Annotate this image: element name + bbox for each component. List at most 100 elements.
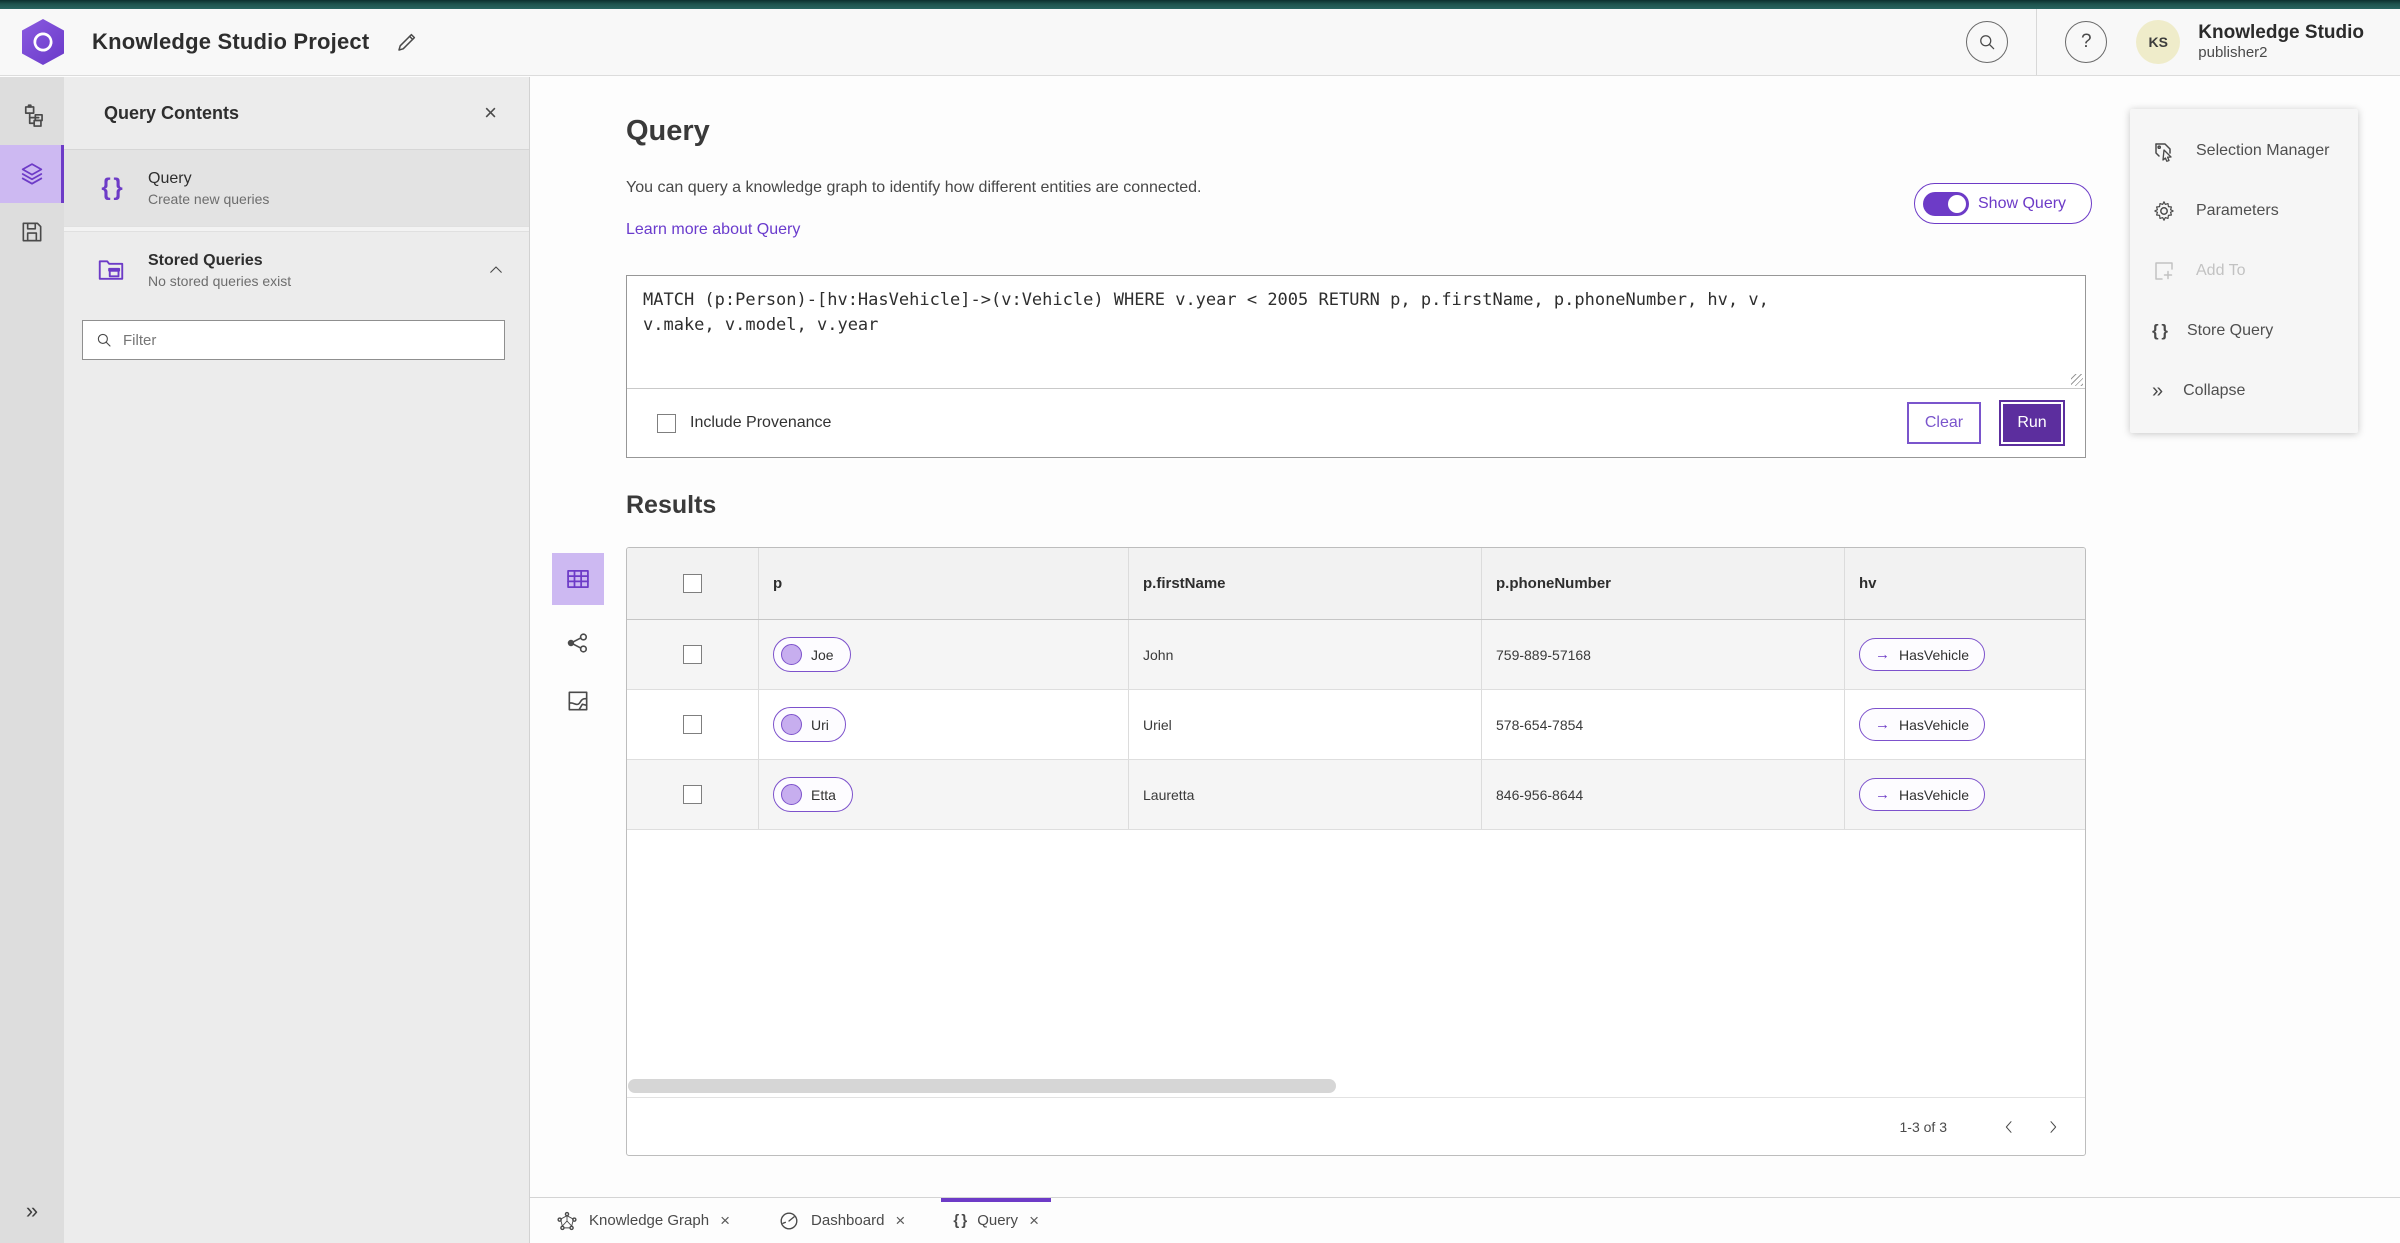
relationship-pill[interactable]: → HasVehicle <box>1859 708 1986 741</box>
entity-pill[interactable]: Etta <box>773 777 853 812</box>
tab-query[interactable]: { } Query × <box>937 1198 1055 1243</box>
menu-item-store-query[interactable]: { } Store Query <box>2130 301 2358 361</box>
menu-item-parameters[interactable]: Parameters <box>2130 181 2358 241</box>
tab-label: Knowledge Graph <box>589 1212 710 1229</box>
column-header-hv[interactable]: hv <box>1859 575 1877 592</box>
menu-item-label: Collapse <box>2183 382 2246 399</box>
cell-firstname: Uriel <box>1143 716 1172 733</box>
table-row[interactable]: Joe John 759-889-57168 → HasVehicle <box>627 620 2085 690</box>
learn-more-link[interactable]: Learn more about Query <box>626 221 800 239</box>
braces-icon: { } <box>953 1212 967 1229</box>
graph-view-button[interactable] <box>558 623 598 663</box>
tab-label: Query <box>977 1212 1019 1229</box>
page-title: Knowledge Studio Project <box>92 29 370 54</box>
gear-icon <box>2154 201 2174 221</box>
app-logo <box>22 19 64 65</box>
close-icon[interactable]: × <box>720 1211 730 1231</box>
entity-pill[interactable]: Uri <box>773 707 846 742</box>
run-button[interactable]: Run <box>1999 400 2065 446</box>
expand-rail-button[interactable]: » <box>0 1189 64 1233</box>
rail-item-save[interactable] <box>0 203 64 261</box>
relationship-label: HasVehicle <box>1899 646 1970 663</box>
braces-icon: { } <box>2152 321 2168 340</box>
panel-item-stored-queries[interactable]: Stored Queries No stored queries exist <box>64 232 529 308</box>
clear-button[interactable]: Clear <box>1907 402 1981 444</box>
double-chevron-right-icon: » <box>25 1198 39 1223</box>
double-chevron-right-icon: » <box>2152 379 2164 402</box>
column-header-firstname[interactable]: p.firstName <box>1143 575 1226 592</box>
dashboard-gauge-icon <box>780 1212 798 1229</box>
chevron-up-icon[interactable] <box>487 261 505 279</box>
column-header-phonenumber[interactable]: p.phoneNumber <box>1496 575 1611 592</box>
previous-page-button[interactable] <box>1987 1105 2031 1149</box>
panel-close-button[interactable]: × <box>476 100 505 126</box>
table-header-row: p p.firstName p.phoneNumber hv <box>627 548 2085 620</box>
filter-field[interactable] <box>82 320 505 360</box>
row-checkbox[interactable] <box>683 715 702 734</box>
top-accent-bar <box>0 0 2400 9</box>
node-icon <box>781 784 802 805</box>
user-block[interactable]: Knowledge Studio publisher2 <box>2198 22 2364 63</box>
tab-dashboard[interactable]: Dashboard × <box>762 1198 921 1243</box>
save-icon <box>22 222 42 242</box>
arrow-right-icon: → <box>1875 716 1890 733</box>
row-checkbox[interactable] <box>683 785 702 804</box>
map-view-button[interactable] <box>558 681 598 721</box>
close-icon[interactable]: × <box>1029 1211 1039 1231</box>
help-button[interactable]: ? <box>2065 21 2108 63</box>
include-provenance-checkbox[interactable] <box>657 413 676 433</box>
entity-pill[interactable]: Joe <box>773 637 851 672</box>
menu-item-collapse[interactable]: » Collapse <box>2130 361 2358 421</box>
help-icon: ? <box>2080 31 2092 52</box>
search-icon <box>1980 35 1995 50</box>
select-all-checkbox[interactable] <box>683 574 702 593</box>
table-view-button[interactable] <box>552 553 604 605</box>
query-editor-box: MATCH (p:Person)-[hv:HasVehicle]->(v:Veh… <box>626 275 2086 458</box>
tab-label: Dashboard <box>811 1212 885 1229</box>
table-row[interactable]: Uri Uriel 578-654-7854 → HasVehicle <box>627 690 2085 760</box>
user-name: Knowledge Studio <box>2198 21 2364 43</box>
relationship-pill[interactable]: → HasVehicle <box>1859 778 1986 811</box>
next-page-button[interactable] <box>2031 1105 2075 1149</box>
arrow-right-icon: → <box>1875 786 1890 803</box>
menu-item-selection-manager[interactable]: Selection Manager <box>2130 121 2358 181</box>
show-query-toggle[interactable]: Show Query <box>1914 183 2092 224</box>
menu-item-add-to: Add To <box>2130 241 2358 301</box>
menu-item-label: Parameters <box>2196 202 2279 219</box>
avatar[interactable]: KS <box>2136 20 2181 64</box>
arrow-right-icon: → <box>1875 646 1890 663</box>
entity-label: Uri <box>811 716 829 733</box>
query-section-title: Query <box>626 115 710 147</box>
query-description: You can query a knowledge graph to ident… <box>626 179 1202 196</box>
include-provenance-label: Include Provenance <box>690 414 832 431</box>
horizontal-scrollbar[interactable] <box>627 1077 2085 1097</box>
query-text: MATCH (p:Person)-[hv:HasVehicle]->(v:Veh… <box>643 290 1769 335</box>
rail-item-layers[interactable] <box>0 145 64 203</box>
add-to-icon <box>2155 262 2173 280</box>
filter-input[interactable] <box>123 331 492 349</box>
tab-knowledge-graph[interactable]: Knowledge Graph × <box>540 1198 746 1243</box>
resize-handle[interactable] <box>2071 374 2083 386</box>
query-item-label: Query <box>148 169 192 187</box>
cell-phonenumber: 846-956-8644 <box>1496 786 1584 803</box>
column-header-p[interactable]: p <box>773 575 782 592</box>
toggle-switch[interactable] <box>1923 191 1969 216</box>
close-icon[interactable]: × <box>895 1211 905 1231</box>
rail-item-data-model[interactable] <box>0 87 64 145</box>
table-row[interactable]: Etta Lauretta 846-956-8644 → HasVehicle <box>627 760 2085 830</box>
header-divider <box>2036 9 2038 75</box>
query-editor[interactable]: MATCH (p:Person)-[hv:HasVehicle]->(v:Veh… <box>627 276 2085 388</box>
edit-title-icon[interactable] <box>395 30 419 54</box>
chevron-right-icon <box>2050 1120 2057 1133</box>
hierarchy-icon <box>24 103 43 127</box>
pagination-label: 1-3 of 3 <box>1899 1118 1947 1135</box>
table-footer: 1-3 of 3 <box>627 1097 2085 1155</box>
panel-title: Query Contents <box>104 102 240 123</box>
node-icon <box>781 644 802 665</box>
relationship-pill[interactable]: → HasVehicle <box>1859 638 1986 671</box>
panel-item-query[interactable]: { } Query Create new queries <box>64 150 529 226</box>
map-icon <box>568 691 588 711</box>
row-checkbox[interactable] <box>683 645 702 664</box>
search-button[interactable] <box>1966 21 2009 63</box>
scrollbar-thumb[interactable] <box>628 1079 1336 1093</box>
